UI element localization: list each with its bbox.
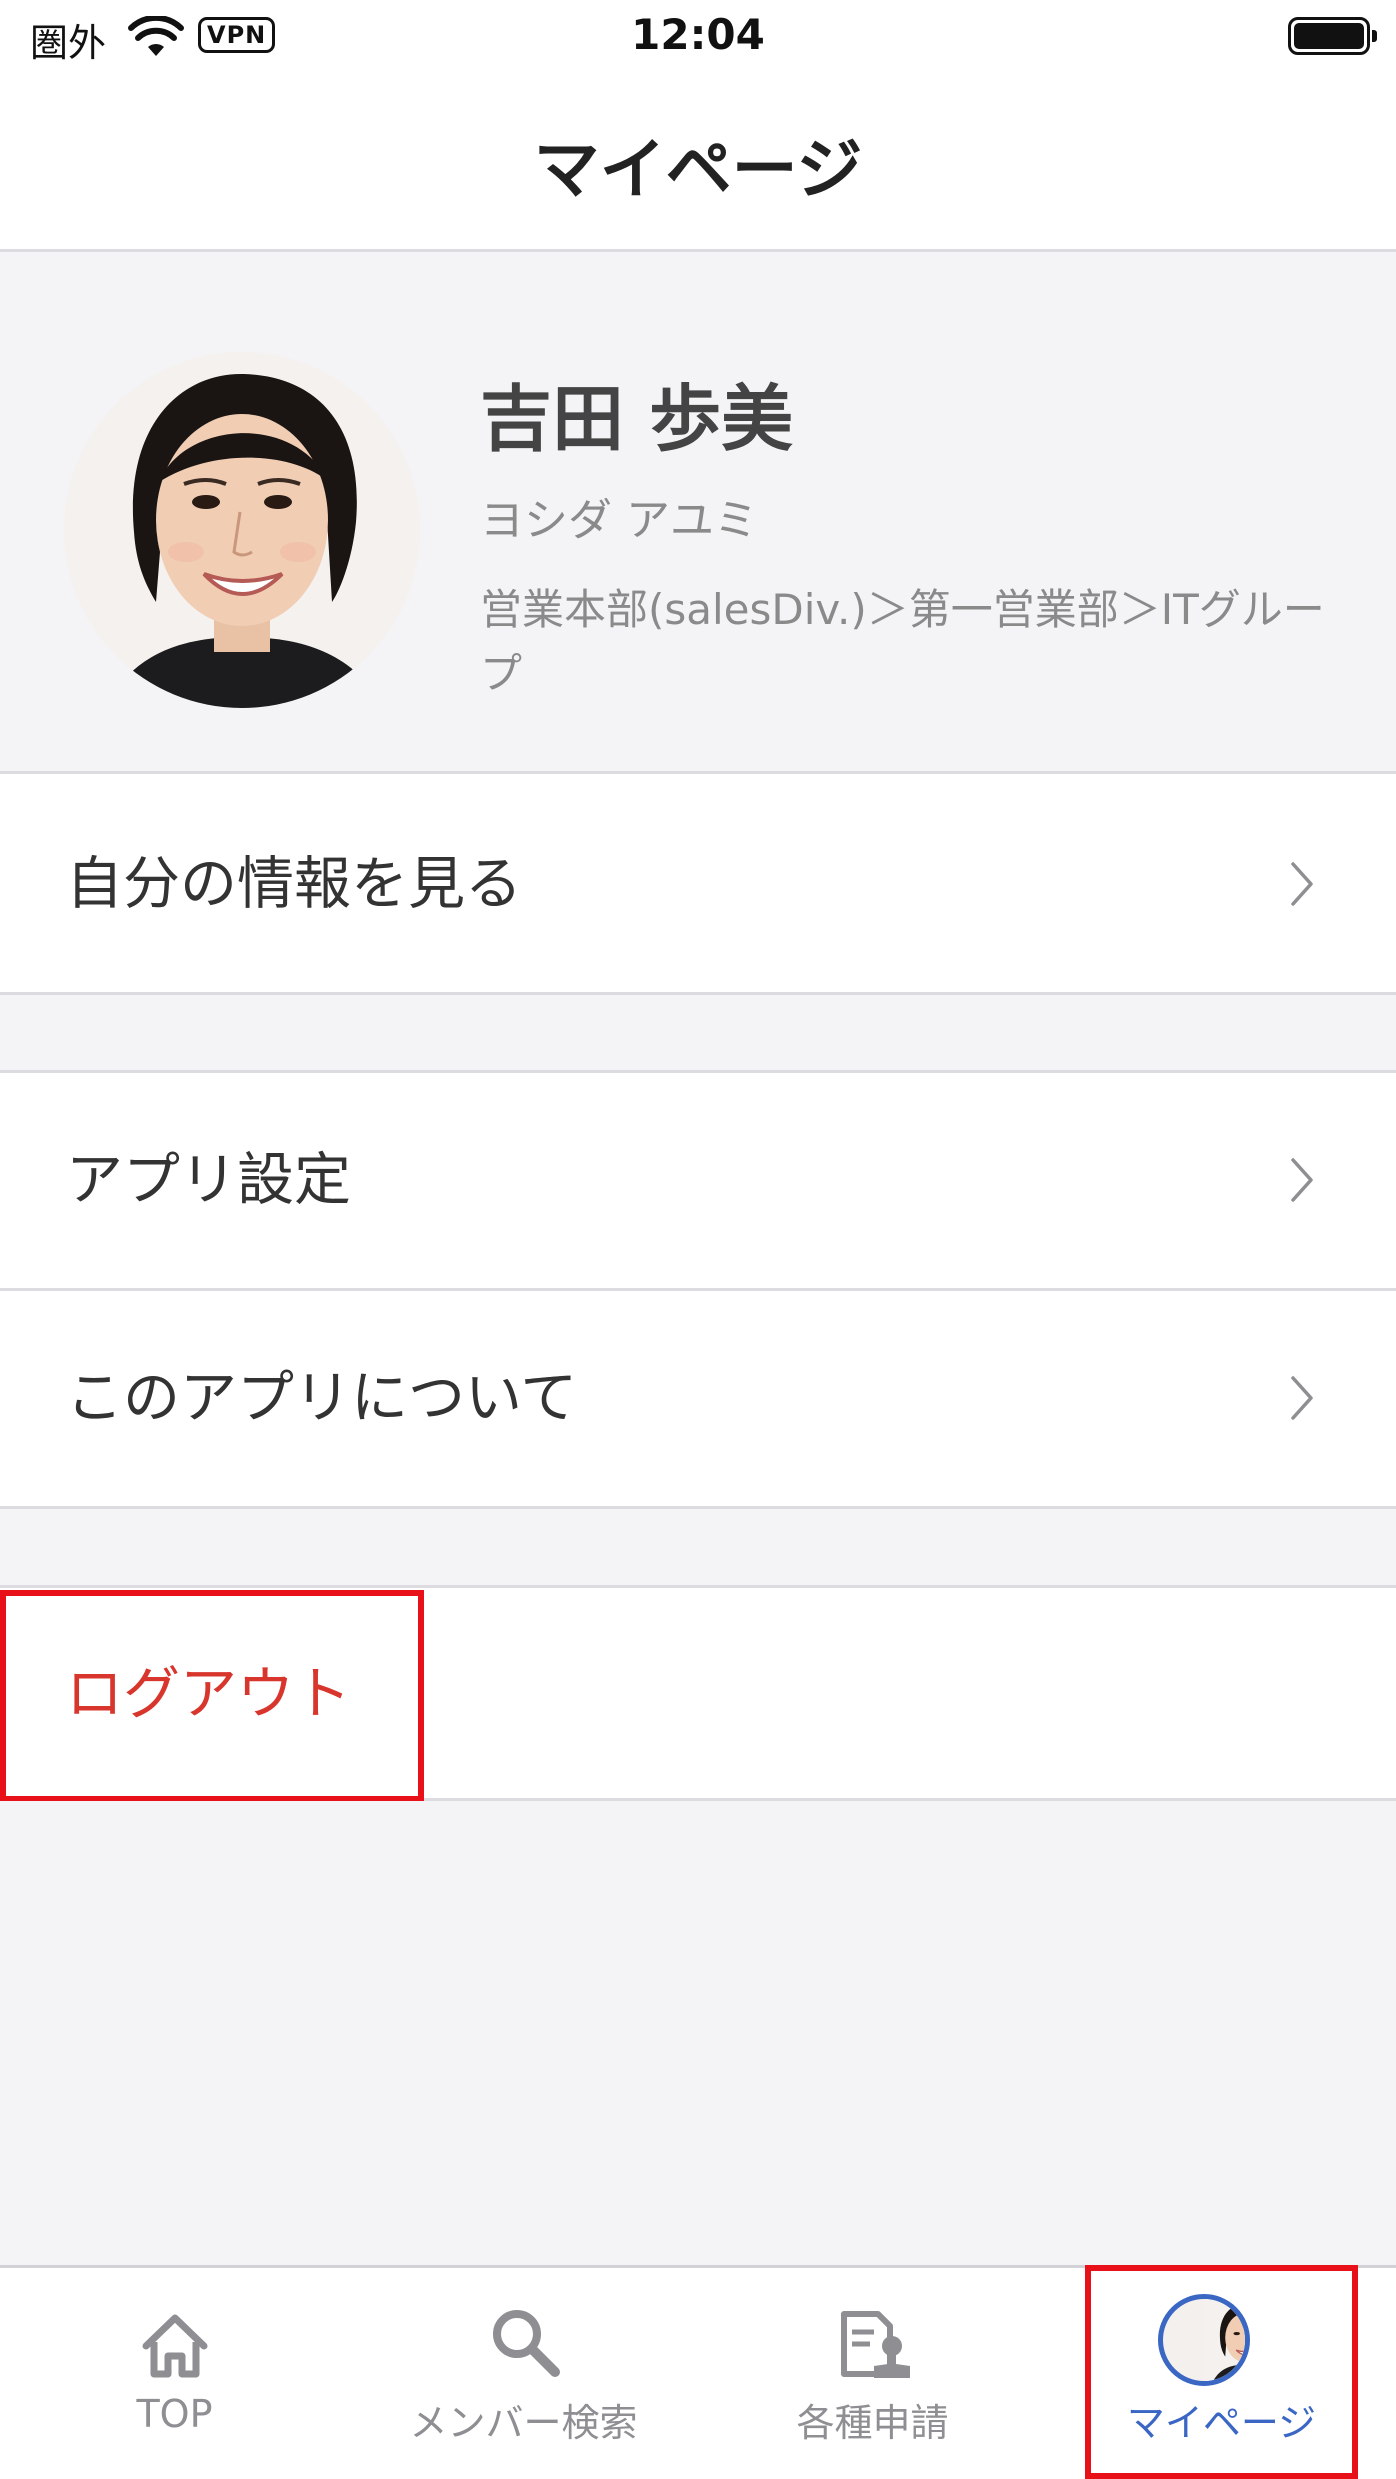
tab-applications[interactable]: 各種申請: [698, 2268, 1047, 2479]
my-page-tab-highlight-box: [1085, 2265, 1358, 2479]
my-info-label: 自分の情報を見る: [66, 851, 522, 917]
profile-header: 吉田 歩美 ヨシダ アユミ 営業本部(salesDiv.)＞第一営業部＞ITグル…: [0, 252, 1396, 774]
page-title: マイページ: [533, 131, 863, 208]
home-icon: [142, 2314, 208, 2378]
my-info-row[interactable]: 自分の情報を見る: [0, 777, 1396, 992]
profile-department: 営業本部(salesDiv.)＞第一営業部＞ITグループ: [480, 585, 1325, 698]
empty-background: [0, 1801, 1396, 2265]
battery-icon: [1288, 17, 1377, 55]
about-app-row[interactable]: このアプリについて: [0, 1291, 1396, 1506]
carrier-label: 圏外: [30, 21, 107, 65]
vpn-badge: VPN: [198, 17, 276, 53]
tab-top-label: TOP: [136, 2392, 213, 2436]
logout-highlight-box: [0, 1590, 424, 1802]
navigation-bar: マイページ: [0, 72, 1396, 252]
stamp-document-icon: [841, 2311, 910, 2378]
tab-applications-label: 各種申請: [796, 2401, 949, 2445]
status-bar: 圏外 VPN 12:04: [0, 0, 1396, 72]
status-time: 12:04: [631, 10, 765, 59]
wifi-icon: [128, 16, 184, 56]
chevron-right-icon: [1291, 862, 1313, 906]
section-gap: [0, 995, 1396, 1070]
app-settings-label: アプリ設定: [66, 1147, 351, 1213]
tab-member-search-label: メンバー検索: [409, 2401, 638, 2445]
chevron-right-icon: [1291, 1158, 1313, 1202]
app-settings-row[interactable]: アプリ設定: [0, 1073, 1396, 1288]
about-app-label: このアプリについて: [66, 1365, 578, 1431]
tab-top[interactable]: TOP: [0, 2268, 349, 2479]
tab-member-search[interactable]: メンバー検索: [349, 2268, 698, 2479]
profile-avatar: [64, 352, 420, 708]
search-icon: [493, 2310, 560, 2377]
profile-name-kana: ヨシダ アユミ: [480, 495, 758, 546]
profile-name: 吉田 歩美: [480, 377, 794, 461]
section-gap: [0, 1509, 1396, 1585]
chevron-right-icon: [1291, 1376, 1313, 1420]
